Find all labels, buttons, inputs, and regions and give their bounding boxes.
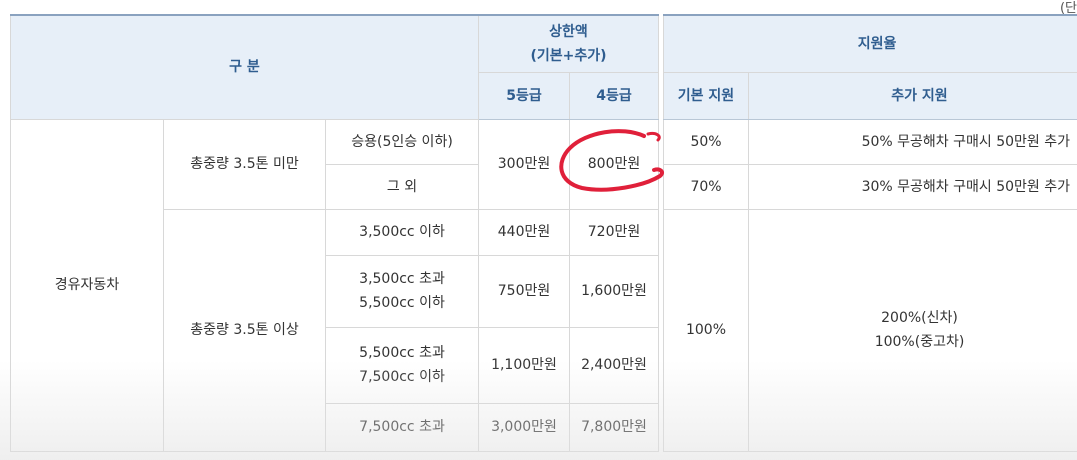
grade4-cap: 2,400만원	[569, 326, 659, 404]
engine-range-line2: 5,500cc 이하	[359, 295, 445, 311]
vehicle-type: 경유자동차	[10, 118, 164, 452]
header-grade4: 4등급	[569, 71, 659, 120]
engine-range: 7,500cc 초과	[325, 402, 479, 452]
grade4-cap: 1,600만원	[569, 254, 659, 328]
header-additional-support: 추가 지원	[747, 71, 1077, 120]
header-basic-support: 기본 지원	[663, 71, 749, 120]
group-under-3-5t: 총중량 3.5톤 미만	[163, 118, 326, 210]
header-cap-line2: (기본+추가)	[530, 47, 607, 64]
grade5-cap: 1,100만원	[478, 326, 570, 404]
group-over-3-5t: 총중량 3.5톤 이상	[163, 208, 326, 452]
header-division: 구 분	[10, 14, 479, 120]
grade5-cap: 750만원	[478, 254, 570, 328]
basic-rate: 70%	[663, 163, 749, 210]
header-support-rate: 지원율	[662, 14, 1077, 73]
sub-type: 그 외	[325, 163, 479, 210]
basic-rate: 100%	[663, 208, 749, 452]
engine-range: 5,500cc 초과 7,500cc 이하	[325, 326, 479, 404]
engine-range-line1: 5,500cc 초과	[359, 345, 445, 361]
header-grade5: 5등급	[478, 71, 570, 120]
table-row: 경유자동차 총중량 3.5톤 미만 승용(5인승 이하) 300만원 800만원…	[10, 118, 1077, 452]
header-cap-line1: 상한액	[549, 23, 588, 40]
engine-range-line1: 3,500cc 초과	[359, 271, 445, 287]
additional-rate-line2: 100%(중고차)	[874, 334, 965, 350]
engine-range: 3,500cc 초과 5,500cc 이하	[325, 254, 479, 328]
additional-rate: 200%(신차) 100%(중고차)	[747, 208, 1077, 452]
basic-rate: 50%	[663, 118, 749, 165]
additional-rate: 50% 무공해차 구매시 50만원 추가	[747, 118, 1077, 165]
engine-range-line2: 7,500cc 이하	[359, 369, 445, 385]
grade4-cap: 7,800만원	[569, 402, 659, 452]
grade4-cap: 800만원	[569, 118, 659, 210]
table-row: 총중량 3.5톤 이상 3,500cc 이하 440만원 720만원 100% …	[11, 208, 1077, 452]
grade5-cap: 3,000만원	[478, 402, 570, 452]
grade5-cap: 300만원	[478, 118, 570, 210]
additional-rate: 30% 무공해차 구매시 50만원 추가	[747, 163, 1077, 210]
grade4-cap: 720만원	[569, 208, 659, 256]
sub-type: 승용(5인승 이하)	[325, 118, 479, 165]
additional-rate-line1: 200%(신차)	[881, 310, 958, 326]
header-cap: 상한액 (기본+추가)	[478, 14, 659, 73]
grade5-cap: 440만원	[478, 208, 570, 256]
subsidy-table: 구 분 상한액 (기본+추가) 지원율 5등급 4등급 기본 지원 추가 지원 …	[10, 14, 1077, 452]
engine-range: 3,500cc 이하	[325, 208, 479, 256]
